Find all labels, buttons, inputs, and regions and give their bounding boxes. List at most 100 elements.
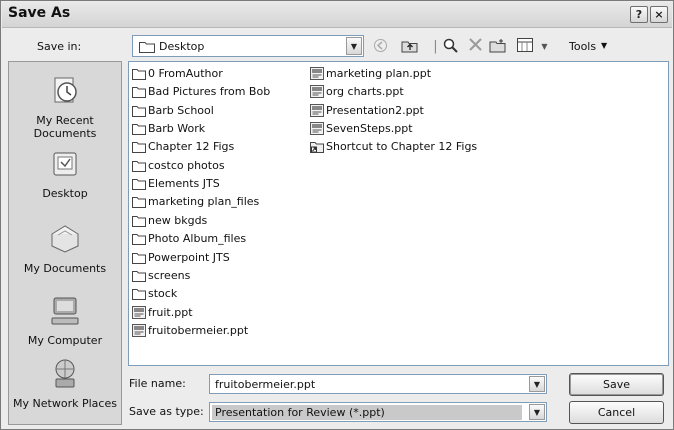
help-button[interactable]: ? xyxy=(630,6,648,23)
file-name: Chapter 12 Figs xyxy=(148,140,235,154)
file-item[interactable]: fruitobermeier.ppt xyxy=(132,323,302,339)
file-name: Powerpoint JTS xyxy=(148,250,230,264)
file-name-label: File name: xyxy=(129,377,186,390)
file-name: marketing plan_files xyxy=(148,195,260,209)
place-desktop[interactable]: Desktop xyxy=(9,147,121,200)
save-button[interactable]: Save xyxy=(569,373,664,396)
tools-menu[interactable]: Tools xyxy=(569,40,596,53)
search-web-icon[interactable] xyxy=(442,38,459,55)
folder-icon xyxy=(132,69,146,80)
file-name: Photo Album_files xyxy=(148,232,247,246)
folder-icon xyxy=(132,124,146,136)
file-name: 0 FromAuthor xyxy=(148,67,223,80)
folder-icon xyxy=(132,289,146,301)
save-in-value: Desktop xyxy=(159,40,205,53)
chevron-down-icon[interactable]: ▼ xyxy=(529,404,545,420)
folder-item[interactable]: Barb Work xyxy=(132,121,302,137)
folder-item[interactable]: Elements JTS xyxy=(132,176,302,192)
ppt-file-icon xyxy=(310,103,324,117)
file-item[interactable]: marketing plan.ppt xyxy=(310,66,480,82)
ppt-file-icon xyxy=(132,305,146,319)
folder-item[interactable]: new bkgds xyxy=(132,213,302,229)
folder-icon xyxy=(132,87,146,99)
save-as-type-value: Presentation for Review (*.ppt) xyxy=(212,405,522,420)
cancel-button[interactable]: Cancel xyxy=(569,401,664,424)
close-button[interactable]: × xyxy=(650,6,668,23)
file-name: Presentation2.ppt xyxy=(326,103,424,117)
folder-icon xyxy=(132,234,146,246)
folder-icon xyxy=(132,215,146,227)
folder-item[interactable]: costco photos xyxy=(132,158,302,174)
title-bar[interactable]: Save As ? × xyxy=(2,2,672,28)
ppt-file-icon xyxy=(310,85,324,99)
file-item[interactable]: org charts.ppt xyxy=(310,84,480,100)
file-item[interactable]: SevenSteps.ppt xyxy=(310,121,480,137)
file-name-input[interactable]: fruitobermeier.ppt ▼ xyxy=(209,374,547,394)
file-name: fruitobermeier.ppt xyxy=(148,323,249,337)
chevron-down-icon[interactable]: ▼ xyxy=(529,376,545,392)
folder-item[interactable]: stock xyxy=(132,286,302,302)
new-folder-icon[interactable] xyxy=(489,38,506,55)
file-name: Barb School xyxy=(148,103,214,117)
place-my-network-places[interactable]: My Network Places xyxy=(9,357,121,410)
file-name: marketing plan.ppt xyxy=(326,67,432,80)
folder-icon xyxy=(132,197,146,209)
folder-icon xyxy=(132,142,146,154)
folder-icon xyxy=(132,252,146,264)
back-icon[interactable] xyxy=(372,38,389,55)
tools-dropdown-icon[interactable]: ▼ xyxy=(601,41,607,50)
shortcut-icon xyxy=(310,142,324,154)
file-name: org charts.ppt xyxy=(326,85,404,99)
place-my-recent-documents[interactable]: My Recent Documents xyxy=(9,74,121,140)
folder-icon xyxy=(132,179,146,191)
recent-documents-icon xyxy=(54,77,77,103)
file-name: stock xyxy=(148,287,178,301)
file-name: new bkgds xyxy=(148,213,208,227)
file-name: Bad Pictures from Bob xyxy=(148,85,271,99)
folder-item[interactable]: Photo Album_files xyxy=(132,231,302,247)
folder-icon xyxy=(139,42,155,53)
folder-item[interactable]: Powerpoint JTS xyxy=(132,250,302,266)
file-name: screens xyxy=(148,268,191,282)
places-bar: My Recent Documents Desktop My Documents xyxy=(8,61,122,425)
delete-icon[interactable] xyxy=(467,38,484,55)
folder-icon xyxy=(132,105,146,117)
ppt-file-icon xyxy=(310,67,324,80)
file-name: fruit.ppt xyxy=(148,305,193,319)
folder-item[interactable]: Bad Pictures from Bob xyxy=(132,84,302,100)
place-my-documents[interactable]: My Documents xyxy=(9,222,121,275)
file-name-value: fruitobermeier.ppt xyxy=(215,378,316,391)
folder-item[interactable]: marketing plan_files xyxy=(132,194,302,210)
folder-item[interactable]: screens xyxy=(132,268,302,284)
views-icon[interactable] xyxy=(516,38,533,55)
folder-item[interactable]: 0 FromAuthor xyxy=(132,66,302,82)
folder-item[interactable]: Chapter 12 Figs xyxy=(132,139,302,155)
place-label: My Computer xyxy=(27,334,103,347)
chevron-down-icon[interactable]: ▼ xyxy=(346,37,362,55)
place-my-computer[interactable]: My Computer xyxy=(9,294,121,347)
ppt-file-icon xyxy=(132,323,146,337)
save-in-label: Save in: xyxy=(37,40,82,53)
save-in-dropdown[interactable]: Desktop ▼ xyxy=(132,35,364,57)
save-as-type-dropdown[interactable]: Presentation for Review (*.ppt) ▼ xyxy=(209,402,547,422)
my-computer-icon xyxy=(51,297,79,325)
file-list[interactable]: 0 FromAuthor Bad Pictures from Bob Barb Sc… xyxy=(128,61,669,366)
up-one-level-icon[interactable] xyxy=(401,38,418,55)
network-places-icon xyxy=(55,359,75,388)
my-documents-icon xyxy=(51,225,79,253)
file-name: Elements JTS xyxy=(148,177,220,191)
file-name: Barb Work xyxy=(148,122,206,136)
file-name: SevenSteps.ppt xyxy=(326,122,413,136)
file-item[interactable]: Shortcut to Chapter 12 Figs xyxy=(310,139,480,155)
views-dropdown-icon[interactable]: ▼ xyxy=(536,38,553,55)
folder-item[interactable]: Barb School xyxy=(132,103,302,119)
window-title: Save As xyxy=(8,5,71,21)
file-item[interactable]: fruit.ppt xyxy=(132,305,302,321)
place-label: Desktop xyxy=(42,187,88,200)
file-item[interactable]: Presentation2.ppt xyxy=(310,103,480,119)
place-label: My Recent Documents xyxy=(33,114,97,140)
ppt-file-icon xyxy=(310,122,324,136)
file-name: costco photos xyxy=(148,158,225,172)
place-label: My Network Places xyxy=(13,397,117,410)
folder-icon xyxy=(132,160,146,172)
